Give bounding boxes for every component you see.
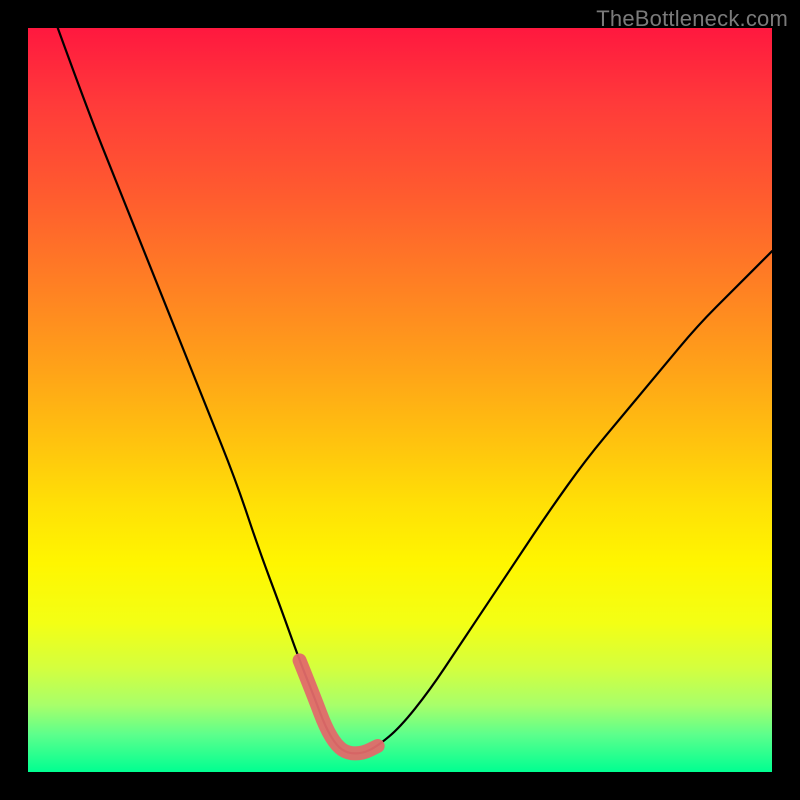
highlight-segment-path xyxy=(300,660,378,753)
chart-plot-area xyxy=(28,28,772,772)
watermark-text: TheBottleneck.com xyxy=(596,6,788,32)
curve-svg xyxy=(28,28,772,772)
bottleneck-curve-path xyxy=(58,28,772,753)
